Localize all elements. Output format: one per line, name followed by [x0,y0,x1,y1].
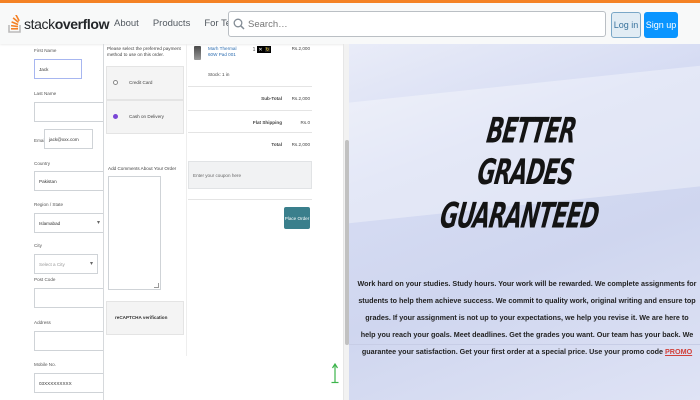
product-thumbnail[interactable] [194,46,201,60]
address-label: Address [34,320,51,325]
captcha-widget[interactable]: reCAPTCHA verification [106,301,184,335]
order-summary: Marh Thermal 60W Pad 001 Stock: 1 in 1 ✕… [188,44,312,244]
subtotal-row: Sub-Total Rs.2,000 [188,86,312,110]
product-stock: Stock: 1 in [208,72,230,77]
comments-textarea[interactable] [108,176,161,290]
shipping-value: Rs.0 [300,120,310,125]
chevron-down-icon: ▾ [89,261,93,267]
last-name-label: Last Name [34,91,57,96]
region-select[interactable]: Islamabad ▾ [34,213,104,233]
radio-button[interactable] [113,80,118,85]
country-label: Country [34,161,51,166]
city-label: City [34,243,42,248]
payment-option-label: Cash on Delivery [129,114,164,119]
site-logo[interactable]: stackoverflow [8,14,110,33]
page-content: First Name Jack Last Name Email jack@xxx… [0,44,700,400]
nav-about[interactable]: About [114,18,139,29]
city-select-value: Select a City [39,262,65,267]
nav-products[interactable]: Products [153,18,191,29]
subtotal-value: Rs.2,000 [291,96,310,101]
stackoverflow-logo-icon [8,14,21,33]
first-name-field[interactable]: Jack [34,59,82,79]
scroll-to-top-icon[interactable] [331,362,339,384]
email-field[interactable]: jack@xxx.com [44,129,93,149]
search-box[interactable] [228,11,606,37]
address-form: First Name Jack Last Name Email jack@xxx… [30,44,104,400]
signup-button[interactable]: Sign up [644,12,678,38]
last-name-field[interactable] [34,102,104,122]
column-divider [186,44,187,356]
total-value: Rs.2,000 [291,142,310,147]
post-code-label: Post Code [34,277,56,282]
banner-body-text: Work hard on your studies. Study hours. … [357,279,697,356]
total-label: Total [271,142,282,147]
city-select[interactable]: Select a City ▾ [34,254,98,274]
payment-option-label: Credit Card [129,80,153,85]
column-divider [103,44,104,400]
shipping-row: Flat Shipping Rs.0 [188,110,312,134]
search-input[interactable] [248,18,588,30]
mobile-field[interactable]: 03XXXXXXXXX [34,373,104,393]
post-code-field[interactable] [34,288,104,308]
captcha-label: reCAPTCHA verification [115,315,168,320]
product-name-link[interactable]: Marh Thermal 60W Pad 001 [208,46,244,57]
promo-banner: BETTER GRADES GUARANTEED Work hard on yo… [349,44,700,400]
region-label: Region / State [34,202,64,207]
first-name-label: First Name [34,48,57,53]
region-select-value: Islamabad [39,221,61,226]
payment-option-credit-card[interactable]: Credit Card [106,66,184,100]
radio-button-selected[interactable] [113,114,118,119]
top-bar: stackoverflow About Products For Teams L… [0,0,700,44]
chevron-down-icon: ▾ [96,220,100,226]
coupon-field[interactable]: Enter your coupon here [188,161,312,189]
payment-instructions: Please select the preferred payment meth… [107,46,181,57]
payment-option-cod[interactable]: Cash on Delivery [106,100,184,134]
login-button[interactable]: Log in [611,12,641,38]
quantity-stepper: 1 ✕ ↻ [251,46,271,53]
product-price: Rs.2,000 [291,46,310,51]
banner-title: BETTER GRADES GUARANTEED [437,112,601,237]
divider [188,199,312,200]
address-field[interactable] [34,331,104,351]
search-icon [233,18,245,30]
banner-copy: Work hard on your studies. Study hours. … [357,276,697,361]
place-order-button[interactable]: Place Order [284,207,310,229]
coupon-placeholder: Enter your coupon here [193,173,242,178]
country-field[interactable]: Pakistan [34,171,104,191]
logo-wordmark: stackoverflow [24,15,110,32]
payment-section: Please select the preferred payment meth… [106,44,184,400]
promo-code-link[interactable]: PROMO [665,347,692,356]
refresh-icon[interactable]: ↻ [264,46,271,53]
comments-label: Add Comments About Your Order [108,166,177,171]
shipping-label: Flat Shipping [252,120,282,125]
resize-grip-icon[interactable] [154,283,159,288]
total-row: Total Rs.2,000 [188,132,312,156]
subtotal-label: Sub-Total [261,96,282,101]
remove-icon[interactable]: ✕ [257,46,264,53]
mobile-label: Mobile No. [34,362,56,367]
